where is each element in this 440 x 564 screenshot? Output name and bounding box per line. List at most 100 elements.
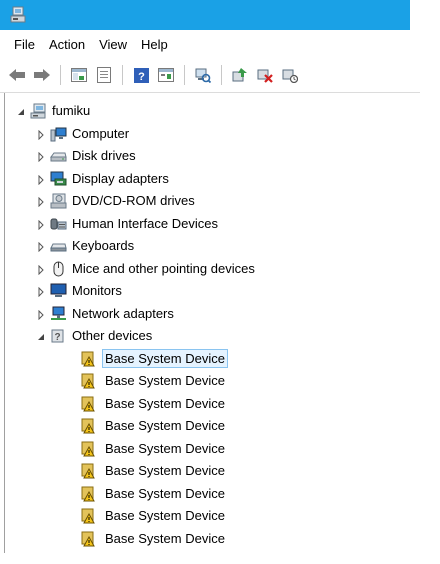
action-view-button[interactable] [155,64,177,86]
back-button[interactable] [6,64,28,86]
tree-item-base-system-device[interactable]: Base System Device [0,348,420,371]
tree-item-disk-drives[interactable]: Disk drives [0,145,420,168]
tree-item-dvd-cd-rom-drives[interactable]: DVD/CD-ROM drives [0,190,420,213]
expand-arrow-icon[interactable] [36,308,46,320]
uninstall-device-button[interactable] [254,64,276,86]
tree-item-base-system-device[interactable]: Base System Device [0,483,420,506]
update-driver-button[interactable] [229,64,251,86]
tree-item-label: Base System Device [102,348,228,368]
help-icon: ? [133,67,149,83]
collapse-arrow-icon[interactable] [36,330,46,340]
tree-item-other-devices[interactable]: ? Other devices [0,325,420,348]
tree-root-node[interactable]: fumiku [0,100,420,123]
unknown-device-warning-icon [80,396,97,412]
computer-root-icon [30,103,47,119]
uninstall-device-icon [257,69,273,83]
menu-view[interactable]: View [92,34,134,56]
tree-item-label: Network adapters [72,305,174,321]
tree-item-label: Mice and other pointing devices [72,260,255,276]
toolbar-divider [0,92,420,93]
tree-item-base-system-device[interactable]: Base System Device [0,438,420,461]
action-view-icon [158,68,174,82]
unknown-device-warning-icon [80,441,97,457]
tree-item-label: Other devices [72,328,153,343]
unknown-device-warning-icon [80,373,97,389]
tree-item-base-system-device[interactable]: Base System Device [0,393,420,416]
tree-item-label: Keyboards [72,238,135,253]
display-adapter-icon [50,171,67,187]
unknown-device-warning-icon [80,531,97,547]
unknown-device-warning-icon [80,418,97,434]
tree-item-label: Base System Device [105,530,225,546]
tree-item-label: Base System Device [105,395,225,411]
unknown-device-warning-icon [80,508,97,524]
tree-item-mice[interactable]: Mice and other pointing devices [0,258,420,281]
show-hide-tree-icon [71,68,87,82]
toolbar-separator [122,65,123,85]
menu-action[interactable]: Action [42,34,92,56]
title-bar [0,0,410,30]
tree-item-network-adapters[interactable]: Network adapters [0,303,420,326]
unknown-device-warning-icon [80,351,97,367]
expand-arrow-icon[interactable] [36,218,46,230]
tree-item-label: Base System Device [105,373,225,388]
tree-item-label: Base System Device [105,508,225,523]
tree-item-human-interface-devices[interactable]: Human Interface Devices [0,213,420,236]
tree-item-label: Display adapters [72,170,169,186]
tree-item-label: Base System Device [105,485,225,501]
help-button[interactable]: ? [130,64,152,86]
tree-item-label: Disk drives [72,148,136,163]
network-adapter-icon [50,306,67,322]
menu-file[interactable]: File [0,34,42,56]
properties-button[interactable] [93,64,115,86]
tree-item-base-system-device[interactable]: Base System Device [0,528,420,551]
scan-hardware-changes-button[interactable] [192,64,214,86]
dvd-drive-icon [50,193,67,209]
svg-text:?: ? [138,71,145,83]
tree-item-label: Human Interface Devices [72,215,218,231]
monitor-icon [50,283,67,299]
mouse-icon [50,261,67,277]
forward-icon [34,69,50,81]
toolbar-separator [184,65,185,85]
hid-icon [50,216,67,232]
tree-item-keyboards[interactable]: Keyboards [0,235,420,258]
tree-item-computer[interactable]: Computer [0,123,420,146]
scan-hardware-icon [195,68,211,83]
tree-item-label: Computer [72,125,130,141]
expand-arrow-icon[interactable] [36,150,46,163]
keyboard-icon [50,238,67,254]
expand-arrow-icon[interactable] [36,240,46,253]
expand-arrow-icon[interactable] [36,128,46,140]
toolbar: ? [0,60,420,90]
tree-item-base-system-device[interactable]: Base System Device [0,370,420,393]
properties-icon [97,67,111,83]
disk-drive-icon [50,148,67,164]
show-hide-console-tree-button[interactable] [68,64,90,86]
tree-item-base-system-device[interactable]: Base System Device [0,460,420,483]
tree-item-label: DVD/CD-ROM drives [72,193,195,208]
expand-arrow-icon[interactable] [36,263,46,275]
disable-device-icon [282,69,298,83]
device-manager-app-icon [10,6,26,24]
computer-icon [50,126,67,142]
tree-item-monitors[interactable]: Monitors [0,280,420,303]
disable-device-button[interactable] [279,64,301,86]
tree-root-label: fumiku [52,103,91,118]
expand-arrow-icon[interactable] [36,285,46,298]
tree-item-label: Monitors [72,283,122,298]
menu-help[interactable]: Help [134,34,175,56]
toolbar-separator [60,65,61,85]
unknown-device-warning-icon [80,463,97,479]
back-icon [9,69,25,81]
unknown-device-warning-icon [80,486,97,502]
tree-item-label: Base System Device [105,418,225,433]
forward-button[interactable] [31,64,53,86]
tree-item-display-adapters[interactable]: Display adapters [0,168,420,191]
toolbar-separator [221,65,222,85]
tree-item-base-system-device[interactable]: Base System Device [0,505,420,528]
collapse-arrow-icon[interactable] [16,105,26,115]
expand-arrow-icon[interactable] [36,173,46,185]
expand-arrow-icon[interactable] [36,195,46,208]
tree-item-base-system-device[interactable]: Base System Device [0,415,420,438]
